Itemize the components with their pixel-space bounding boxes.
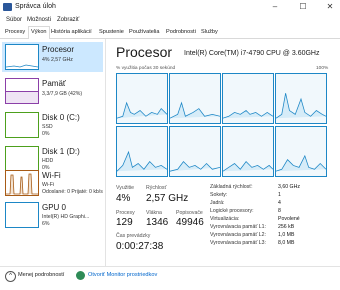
tab-details[interactable]: Podrobnosti — [164, 27, 198, 37]
tab-performance[interactable]: Výkon — [28, 26, 50, 39]
sidebar-gpu-name: Intel(R) HD Graphi... — [42, 214, 90, 220]
cpu-thumbnail — [5, 44, 39, 70]
core-graph — [275, 126, 327, 177]
usage-value: 4% — [116, 193, 131, 204]
title-bar: Správca úloh – ☐ ✕ — [0, 0, 340, 15]
spec-cores-label: Jadrá: — [210, 200, 225, 206]
sidebar-cpu-usage: 4% 2,57 GHz — [42, 57, 73, 63]
core-graph — [116, 126, 168, 177]
tab-processes[interactable]: Procesy — [3, 27, 27, 37]
task-manager-icon — [3, 3, 12, 11]
menu-options[interactable]: Možnosti — [27, 17, 51, 23]
sidebar-wifi-throughput: Odoslané: 0 Prijaté: 0 kb/s — [42, 189, 103, 195]
spec-l2-label: Vyrovnávacia pamäť L2: — [210, 232, 266, 238]
usage-label: Využitie — [116, 185, 134, 191]
maximize-button[interactable]: ☐ — [296, 1, 310, 13]
uptime-value: 0:00:27:38 — [116, 241, 164, 252]
speed-label: Rýchlosť — [146, 185, 167, 191]
threads-value: 1346 — [146, 217, 169, 228]
spec-l1-label: Vyrovnávacia pamäť L1: — [210, 224, 266, 230]
sidebar-item-gpu[interactable]: GPU 0 Intel(R) HD Graphi... 6% — [2, 200, 103, 230]
handles-value: 49946 — [176, 217, 204, 228]
spec-l3-value: 8,0 MB — [278, 240, 295, 246]
window-title: Správca úloh — [15, 3, 56, 10]
fewer-details-link[interactable]: Menej podrobností — [18, 272, 64, 278]
tab-app-history[interactable]: História aplikácií — [49, 27, 94, 37]
sidebar-memory-usage: 3,3/7,9 GB (42%) — [42, 91, 83, 97]
spec-base-speed-value: 3,60 GHz — [278, 184, 300, 190]
menu-file[interactable]: Súbor — [6, 17, 22, 23]
gpu-thumbnail — [5, 202, 39, 228]
open-resource-monitor-link[interactable]: Otvoriť Monitor prostriedkov — [88, 272, 157, 278]
cpu-core-graphs — [116, 73, 328, 177]
speed-value: 2,57 GHz — [146, 193, 189, 204]
core-graph — [116, 73, 168, 124]
spec-sockets-value: 1 — [278, 192, 281, 198]
memory-thumbnail — [5, 78, 39, 104]
sidebar-wifi-title: Wi-Fi — [42, 171, 61, 180]
tab-services[interactable]: Služby — [199, 27, 220, 37]
page-title: Procesor — [116, 44, 173, 60]
spec-virtualization-value: Povolené — [278, 216, 300, 222]
tab-startup[interactable]: Spustenie — [97, 27, 126, 37]
tab-users[interactable]: Používatelia — [127, 27, 161, 37]
sidebar-disk1-type: HDD — [42, 158, 54, 164]
resource-sidebar: Procesor 4% 2,57 GHz Pamäť 3,3/7,9 GB (4… — [0, 39, 106, 267]
sidebar-gpu-title: GPU 0 — [42, 203, 67, 212]
core-graph — [169, 73, 221, 124]
sidebar-item-cpu[interactable]: Procesor 4% 2,57 GHz — [2, 42, 103, 72]
disk0-thumbnail — [5, 112, 39, 138]
wifi-mini-graph — [6, 173, 38, 195]
spec-l3-label: Vyrovnávacia pamäť L3: — [210, 240, 266, 246]
spec-base-speed-label: Základná rýchlosť: — [210, 184, 253, 190]
sidebar-wifi-name: Wi-Fi — [42, 182, 55, 188]
spec-cores-value: 4 — [278, 200, 281, 206]
sidebar-gpu-usage: 6% — [42, 221, 50, 227]
uptime-label: Čas prevádzky — [116, 233, 151, 239]
sidebar-item-wifi[interactable]: Wi-Fi Wi-Fi Odoslané: 0 Prijaté: 0 kb/s — [2, 168, 103, 198]
sidebar-memory-title: Pamäť — [42, 79, 66, 88]
graph-max-label: 100% — [316, 66, 329, 71]
sidebar-cpu-title: Procesor — [42, 45, 75, 54]
processes-label: Procesy — [116, 210, 135, 216]
sidebar-disk0-type: SSD — [42, 124, 53, 130]
spec-l2-value: 1,0 MB — [278, 232, 295, 238]
processes-value: 129 — [116, 217, 133, 228]
core-graph — [222, 126, 274, 177]
wifi-thumbnail — [5, 170, 39, 196]
spec-sockets-label: Sokety: — [210, 192, 228, 198]
core-graph — [222, 73, 274, 124]
menu-view[interactable]: Zobraziť — [57, 17, 79, 23]
footer: ^ Menej podrobností Otvoriť Monitor pros… — [0, 266, 340, 290]
cpu-model-name: Intel(R) Core(TM) i7-4790 CPU @ 3.60GHz — [184, 50, 320, 57]
sidebar-item-disk0[interactable]: Disk 0 (C:) SSD 0% — [2, 110, 103, 140]
graph-caption: % využitia počas 30 sekúnd — [116, 66, 176, 71]
handles-label: Popisovače — [176, 210, 203, 216]
sidebar-disk0-title: Disk 0 (C:) — [42, 113, 80, 122]
sidebar-item-memory[interactable]: Pamäť 3,3/7,9 GB (42%) — [2, 76, 103, 106]
tab-bar: Procesy Výkon História aplikácií Spusten… — [0, 26, 340, 39]
spec-l1-value: 256 kB — [278, 224, 295, 230]
sidebar-disk1-title: Disk 1 (D:) — [42, 147, 80, 156]
sidebar-disk0-usage: 0% — [42, 131, 50, 137]
chevron-up-icon[interactable]: ^ — [5, 271, 16, 282]
core-graph — [169, 126, 221, 177]
minimize-button[interactable]: – — [268, 1, 282, 13]
resource-monitor-icon — [76, 271, 85, 280]
spec-virtualization-label: Virtualizácia: — [210, 216, 240, 222]
spec-logical-value: 8 — [278, 208, 281, 214]
spec-logical-label: Logické procesory: — [210, 208, 254, 214]
threads-label: Vlákna — [146, 210, 162, 216]
close-button[interactable]: ✕ — [323, 1, 337, 13]
core-graph — [275, 73, 327, 124]
cpu-mini-graph — [5, 64, 39, 68]
